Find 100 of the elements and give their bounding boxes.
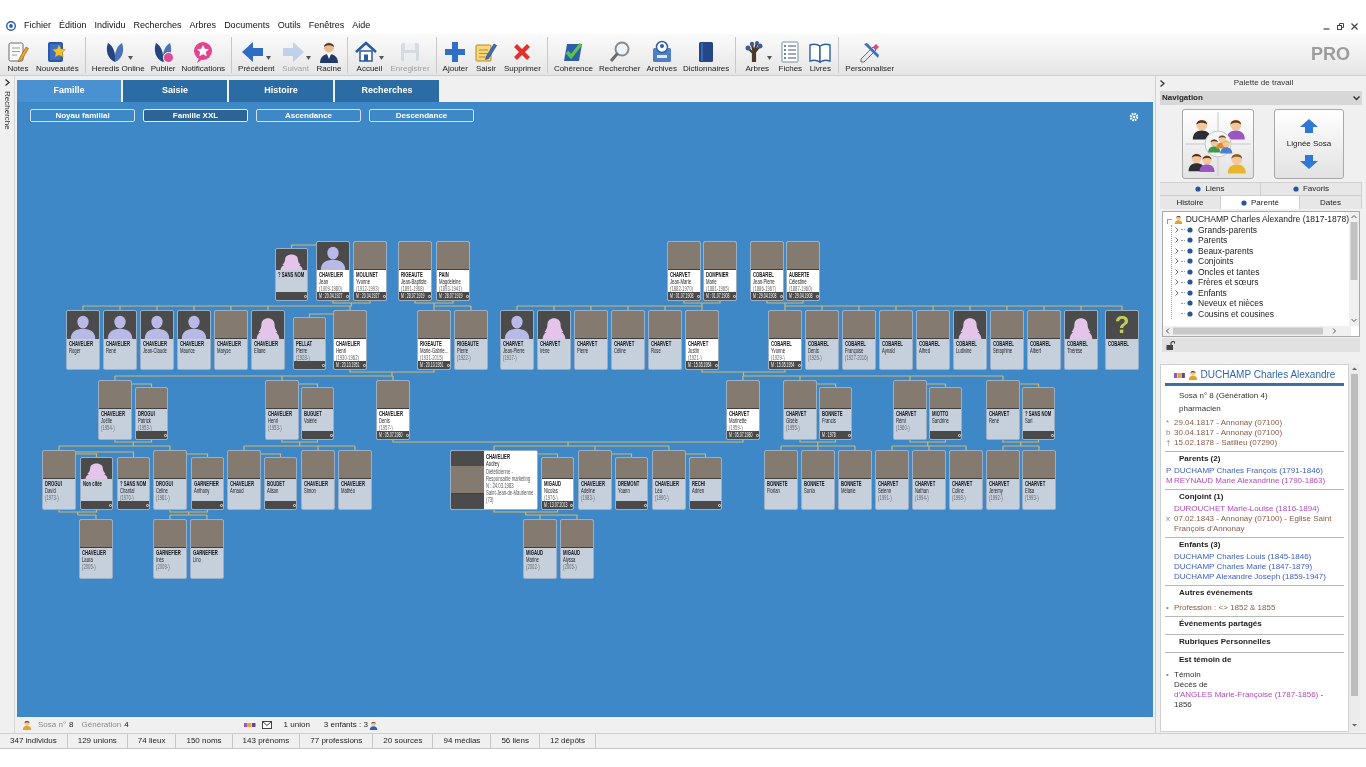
relation-group-item[interactable]: Conjoints bbox=[1198, 256, 1234, 267]
toolbar-button[interactable]: Ajouter bbox=[439, 35, 471, 74]
spouse-connector bbox=[308, 313, 334, 318]
ring-icon bbox=[362, 363, 366, 367]
view-mode-button[interactable]: Famille XXL bbox=[143, 109, 248, 122]
photo-placeholder bbox=[806, 311, 838, 339]
family-connector bbox=[414, 300, 472, 311]
relation-group-item[interactable]: Frères et sœurs bbox=[1198, 277, 1259, 288]
view-tab[interactable]: Recherches bbox=[335, 80, 439, 102]
photo-placeholder bbox=[843, 311, 875, 339]
section-title: Parents (2) bbox=[1178, 453, 1222, 465]
dot-icon bbox=[1187, 237, 1193, 244]
photo-placeholder bbox=[769, 311, 801, 339]
ring-icon bbox=[717, 503, 721, 507]
palette-tab[interactable]: Parenté bbox=[1221, 195, 1300, 209]
left-arrow-icon bbox=[241, 39, 266, 64]
photo-placeholder bbox=[80, 520, 112, 548]
relation-group-item[interactable]: Enfants bbox=[1198, 287, 1227, 298]
view-tab[interactable]: Saisie bbox=[123, 80, 227, 102]
photo-placeholder bbox=[302, 451, 334, 479]
photo-placeholder bbox=[561, 520, 593, 548]
view-mode-button[interactable]: Ascendance bbox=[256, 109, 361, 122]
menu-item[interactable]: Outils bbox=[273, 19, 305, 33]
menu-item[interactable]: Individu bbox=[90, 19, 130, 33]
person-link[interactable]: DUCHAMP Charles Marie (1847-1879) bbox=[1174, 562, 1313, 572]
entry-marker: x bbox=[1165, 514, 1171, 525]
edition-label: PRO bbox=[1311, 43, 1350, 66]
photo-placeholder bbox=[1028, 311, 1060, 339]
event-text: 15.02.1878 - Satilieu (07290) bbox=[1174, 438, 1278, 448]
toolbar-button[interactable]: Accueil bbox=[351, 35, 388, 74]
toolbar-button[interactable]: Nouveautés bbox=[33, 35, 82, 74]
relation-group-item[interactable]: Parents bbox=[1198, 235, 1228, 246]
person-link[interactable]: DUCHAMP Alexandre Joseph (1859-1947) bbox=[1174, 572, 1326, 582]
menu-item[interactable]: Fichier bbox=[20, 19, 55, 33]
person-link[interactable]: DUROUCHET Marie-Louise (1816-1894) bbox=[1174, 504, 1320, 514]
palette-tab[interactable]: Favoris bbox=[1261, 182, 1362, 195]
family-connector bbox=[1002, 439, 1040, 451]
view-mode-button[interactable]: Descendance bbox=[369, 109, 474, 122]
photo-placeholder bbox=[765, 451, 797, 479]
photo-placeholder bbox=[930, 388, 961, 409]
toolbar-button[interactable]: Notes bbox=[3, 35, 33, 74]
side-panel-tab[interactable]: Recherche bbox=[1, 91, 13, 130]
toolbar-button[interactable]: Fiches bbox=[775, 35, 806, 74]
palette-tab[interactable]: Liens bbox=[1160, 182, 1261, 195]
toolbar-button[interactable]: Notifications bbox=[178, 35, 229, 74]
photo-placeholder bbox=[950, 451, 982, 479]
relation-root-item[interactable]: DUCHAMP Charles Alexandre (1817-1878) bbox=[1185, 214, 1349, 225]
menu-item[interactable]: Arbres bbox=[185, 19, 221, 33]
view-tab[interactable]: Histoire bbox=[229, 80, 333, 102]
woman-silhouette-icon bbox=[252, 311, 284, 339]
toolbar-button[interactable]: Précédent bbox=[235, 35, 278, 74]
person-link[interactable]: REYNAUD Marie Alexandrine (1790-1863) bbox=[1174, 476, 1326, 486]
photo-placeholder bbox=[784, 381, 816, 409]
sosa-line-button[interactable]: Lignée Sosa bbox=[1274, 108, 1344, 179]
toolbar-button[interactable]: Racine bbox=[313, 35, 345, 74]
toolbar-button[interactable]: Personnaliser bbox=[842, 35, 898, 74]
entry-marker: † bbox=[1165, 438, 1172, 448]
toolbar-button[interactable]: Cohérence bbox=[550, 35, 596, 74]
menu-item[interactable]: Fenêtres bbox=[304, 19, 349, 33]
right-arrow-icon bbox=[280, 39, 305, 64]
dot-icon bbox=[1187, 268, 1193, 275]
palette-tab[interactable]: Histoire bbox=[1160, 195, 1221, 209]
person-link[interactable]: DUCHAMP Charles Louis (1845-1846) bbox=[1174, 552, 1312, 562]
photo-placeholder bbox=[399, 242, 431, 270]
dot-icon bbox=[1187, 300, 1193, 307]
relation-group-item[interactable]: Grands-parents bbox=[1198, 224, 1258, 235]
menu-item[interactable]: Édition bbox=[55, 19, 91, 33]
dot-icon bbox=[1187, 279, 1193, 286]
toolbar-button[interactable]: Arbres bbox=[739, 35, 776, 74]
toolbar-button[interactable]: Rechercher bbox=[596, 35, 644, 74]
toolbar-button[interactable]: Dictionnaires bbox=[680, 35, 733, 74]
photo-placeholder bbox=[575, 311, 607, 339]
ring-icon bbox=[145, 503, 149, 507]
photo-placeholder bbox=[880, 311, 912, 339]
photo-placeholder bbox=[43, 451, 75, 479]
menu-item[interactable]: Documents bbox=[220, 19, 274, 33]
relation-group-item[interactable]: Oncles et tantes bbox=[1198, 266, 1260, 277]
toolbar-button[interactable]: Archives bbox=[643, 35, 681, 74]
view-mode-button[interactable]: Noyau familial bbox=[30, 109, 135, 122]
relation-group-item[interactable]: Neveux et nièces bbox=[1198, 298, 1264, 309]
relation-group-item[interactable]: Cousins et cousines bbox=[1198, 308, 1275, 319]
generation-number: 4 bbox=[124, 719, 129, 731]
photo-placeholder bbox=[542, 458, 573, 479]
woman-silhouette-icon bbox=[276, 249, 307, 270]
section-title: Événements partagés bbox=[1178, 618, 1263, 630]
person-link[interactable]: d'ANGLES Marie-Françoise (1787-1856) bbox=[1174, 690, 1319, 699]
relation-group-item[interactable]: Beaux-parents bbox=[1198, 245, 1254, 256]
palette-tab[interactable]: Dates bbox=[1300, 195, 1362, 209]
person-link[interactable]: DUCHAMP Charles François (1791-1846) bbox=[1174, 466, 1323, 476]
menu-item[interactable]: Recherches bbox=[129, 19, 186, 33]
toolbar-button[interactable]: Heredis Online bbox=[88, 35, 148, 74]
toolbar-button[interactable]: Supprimer bbox=[500, 35, 544, 74]
toolbar-button[interactable]: Livres bbox=[805, 35, 836, 74]
menu-item[interactable]: Aide bbox=[348, 19, 375, 33]
toolbar-button[interactable]: Saisir bbox=[470, 35, 501, 74]
photo-placeholder bbox=[294, 318, 325, 339]
toolbar-button[interactable]: Publier bbox=[147, 35, 179, 74]
spouse-connector bbox=[131, 383, 153, 388]
family-navigation-button[interactable] bbox=[1182, 108, 1254, 179]
house-icon bbox=[354, 39, 379, 64]
